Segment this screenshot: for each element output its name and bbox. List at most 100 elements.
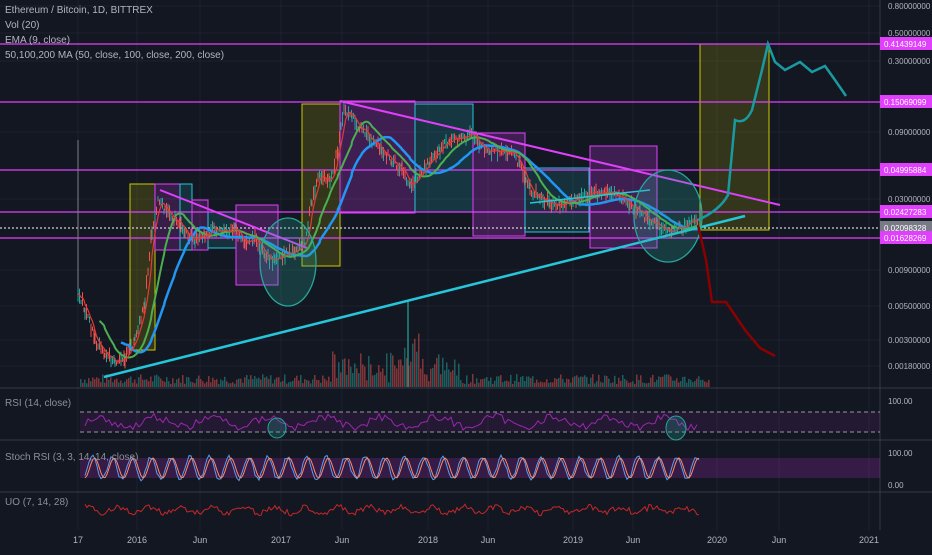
volume-bar: [628, 382, 630, 387]
volume-bar: [230, 383, 232, 387]
volume-bar: [646, 383, 648, 387]
stoch-tick-low: 0.00: [888, 481, 904, 490]
y-axis-tick: 0.80000000: [888, 2, 931, 11]
uo-label[interactable]: UO (7, 14, 28): [5, 497, 68, 508]
volume-bar: [134, 379, 136, 387]
volume-bar: [340, 372, 342, 387]
volume-bar: [182, 375, 184, 387]
volume-bar: [104, 382, 106, 387]
ellipse-highlight: [259, 217, 317, 307]
volume-bar: [140, 374, 142, 387]
volume-bar: [276, 377, 278, 387]
volume-bar: [692, 382, 694, 387]
volume-bar: [538, 382, 540, 387]
volume-bar: [424, 374, 426, 387]
chart-area[interactable]: 0.80000000 0.50000000 0.30000000 0.09000000…: [0, 0, 932, 550]
volume-bar: [436, 357, 438, 387]
volume-bar: [98, 378, 100, 387]
volume-bar: [294, 378, 296, 387]
volume-bar: [142, 379, 144, 387]
chart-title: Ethereum / Bitcoin, 1D, BITTREX: [5, 5, 153, 16]
indicator-volume[interactable]: Vol (20): [5, 20, 39, 31]
volume-bar: [438, 354, 440, 387]
volume-bar: [612, 382, 614, 387]
volume-bar: [682, 376, 684, 387]
volume-bar: [698, 376, 700, 387]
volume-bar: [542, 382, 544, 387]
volume-bar: [574, 376, 576, 387]
volume-bar: [244, 377, 246, 387]
volume-bar: [234, 383, 236, 387]
volume-bar: [238, 378, 240, 387]
volume-bar: [314, 374, 316, 387]
volume-bar: [218, 383, 220, 387]
volume-bar: [126, 379, 128, 387]
volume-bar: [292, 380, 294, 387]
volume-bar: [382, 368, 384, 387]
volume-bar: [212, 377, 214, 387]
volume-bar: [282, 380, 284, 387]
volume-bar: [248, 379, 250, 387]
volume-bar: [156, 374, 158, 387]
volume-bar: [484, 378, 486, 387]
volume-bar: [166, 377, 168, 387]
volume-bar: [118, 382, 120, 387]
stoch-rsi-label[interactable]: Stoch RSI (3, 3, 14, 14, close): [5, 452, 138, 463]
volume-bar: [524, 381, 526, 387]
volume-bar: [254, 376, 256, 387]
volume-bar: [530, 378, 532, 387]
volume-bar: [232, 382, 234, 387]
volume-bar: [626, 380, 628, 387]
x-axis-tick: Jun: [481, 535, 496, 545]
price-chart[interactable]: 0.80000000 0.50000000 0.30000000 0.09000000…: [0, 0, 932, 550]
volume-bar: [688, 378, 690, 387]
volume-bar: [584, 375, 586, 387]
volume-bar: [704, 381, 706, 387]
volume-bar: [246, 374, 248, 387]
volume-bar: [430, 368, 432, 387]
y-axis-tick: 0.00500000: [888, 302, 931, 311]
x-axis-tick: 2018: [418, 535, 438, 545]
rsi-tick: 100.00: [888, 397, 913, 406]
indicator-ma[interactable]: 50,100,200 MA (50, close, 100, close, 20…: [5, 50, 224, 61]
volume-bar: [228, 383, 230, 387]
volume-bar: [380, 371, 382, 387]
volume-bar: [396, 368, 398, 387]
volume-bar: [480, 379, 482, 387]
volume-bar: [388, 382, 390, 387]
volume-bar: [694, 381, 696, 387]
volume-bar: [158, 376, 160, 387]
volume-bar: [366, 380, 368, 387]
volume-bar: [94, 379, 96, 387]
volume-bar: [96, 377, 98, 387]
volume-bar: [518, 381, 520, 387]
volume-bar: [552, 382, 554, 387]
volume-bar: [84, 379, 86, 387]
x-axis-tick: 2019: [563, 535, 583, 545]
volume-bar: [258, 377, 260, 387]
x-axis-tick: 17: [73, 535, 83, 545]
volume-bar: [644, 383, 646, 387]
volume-bar: [590, 377, 592, 387]
volume-bar: [508, 381, 510, 387]
volume-bar: [638, 379, 640, 387]
volume-bar: [348, 359, 350, 387]
indicator-ema[interactable]: EMA (9, close): [5, 35, 70, 46]
volume-bar: [520, 376, 522, 387]
volume-bar: [450, 371, 452, 387]
volume-bar: [210, 382, 212, 387]
volume-bar: [400, 359, 402, 387]
rsi-label[interactable]: RSI (14, close): [5, 398, 71, 409]
volume-bar: [546, 379, 548, 387]
volume-bar: [422, 358, 424, 387]
volume-bar: [442, 357, 444, 387]
volume-bar: [630, 382, 632, 387]
volume-bar: [402, 365, 404, 387]
volume-bar: [658, 376, 660, 387]
volume-bar: [634, 383, 636, 387]
volume-bar: [578, 377, 580, 387]
ellipse-highlight: [633, 169, 703, 263]
volume-bar: [226, 381, 228, 387]
volume-bar: [494, 380, 496, 387]
volume-bar: [594, 383, 596, 387]
